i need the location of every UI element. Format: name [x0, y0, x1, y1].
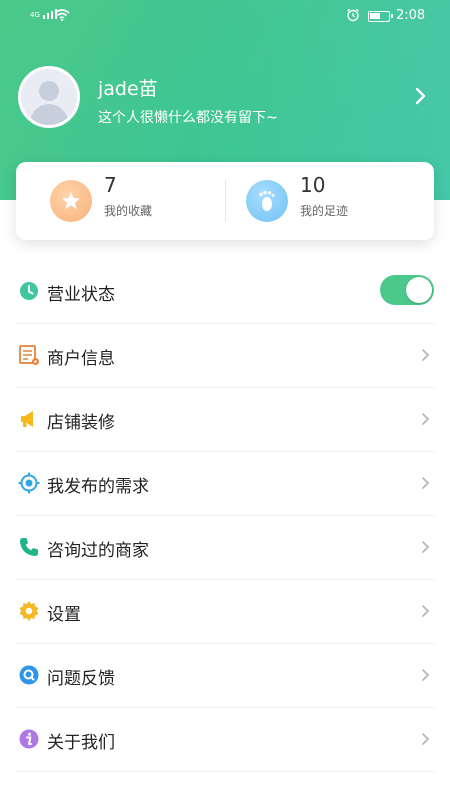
favorites-label[interactable]: 我的收藏 — [104, 202, 152, 219]
business-status-toggle[interactable] — [380, 275, 434, 305]
menu-item-label: 店铺装修 — [47, 413, 115, 433]
menu-item-label: 关于我们 — [47, 733, 115, 753]
stats-divider — [225, 180, 226, 222]
menu-item-feedback[interactable]: 问题反馈 — [16, 644, 434, 708]
battery-icon — [368, 11, 393, 22]
menu-item-shop-decoration[interactable]: 店铺装修 — [16, 388, 434, 452]
menu-item-label: 设置 — [47, 605, 81, 625]
menu-item-merchant-info[interactable]: 商户信息 — [16, 324, 434, 388]
menu-item-label: 商户信息 — [47, 349, 115, 369]
profile-signature: 这个人很懒什么都没有留下~ — [98, 110, 278, 126]
menu-item-settings[interactable]: 设置 — [16, 580, 434, 644]
menu-item-consulted-merchants[interactable]: 咨询过的商家 — [16, 516, 434, 580]
menu-item-about-us[interactable]: 关于我们 — [16, 708, 434, 772]
battery-level — [370, 13, 380, 19]
menu-list: 营业状态 商户信息 店铺装修 我发布的需求 咨询过的商家 设置 问题反馈 关于我… — [16, 260, 434, 772]
menu-item-business-status: 营业状态 — [16, 260, 434, 324]
chevron-right-icon — [422, 669, 430, 681]
network-type-label: 4G — [30, 11, 40, 19]
chevron-right-icon — [422, 413, 430, 425]
stats-card: 7 我的收藏 10 我的足迹 — [16, 162, 434, 240]
status-time: 2:08 — [396, 8, 426, 23]
alarm-icon — [347, 8, 359, 22]
chevron-right-icon — [422, 541, 430, 553]
chevron-right-icon — [422, 477, 430, 489]
favorites-count[interactable]: 7 — [104, 173, 117, 197]
chevron-right-icon — [422, 605, 430, 617]
chevron-right-icon — [422, 733, 430, 745]
feedback-icon — [19, 665, 39, 685]
footprints-count[interactable]: 10 — [300, 173, 325, 197]
menu-item-label: 问题反馈 — [47, 669, 115, 689]
footprint-icon[interactable] — [246, 180, 288, 222]
menu-item-label: 咨询过的商家 — [47, 541, 149, 561]
target-icon — [18, 472, 40, 494]
cellular-signal-icon: 4G — [30, 9, 57, 19]
avatar[interactable] — [18, 66, 80, 128]
menu-item-label: 营业状态 — [47, 285, 115, 305]
chevron-right-icon — [422, 349, 430, 361]
gear-icon — [19, 601, 39, 621]
username[interactable]: jade苗 — [98, 74, 158, 101]
status-bar: 4G 2:08 — [0, 0, 450, 32]
phone-icon — [20, 538, 38, 556]
wifi-icon — [54, 9, 70, 21]
toggle-knob — [406, 277, 432, 303]
merchant-info-icon — [19, 345, 39, 365]
menu-item-label: 我发布的需求 — [47, 477, 149, 497]
star-icon[interactable] — [50, 180, 92, 222]
footprints-label[interactable]: 我的足迹 — [300, 202, 348, 219]
clock-icon — [20, 282, 38, 300]
megaphone-icon — [21, 411, 33, 427]
menu-item-my-requests[interactable]: 我发布的需求 — [16, 452, 434, 516]
chevron-right-icon[interactable] — [414, 86, 428, 106]
info-icon — [19, 729, 39, 749]
